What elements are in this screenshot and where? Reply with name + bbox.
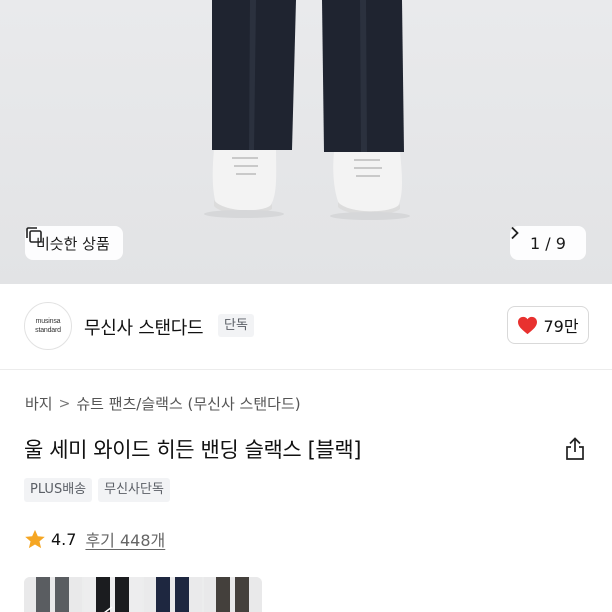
product-image-carousel[interactable]: 비슷한 상품 1 / 9	[0, 0, 612, 284]
product-tags: PLUS배송 무신사단독	[24, 478, 170, 502]
chevron-right-icon	[511, 226, 519, 240]
thumbnail-gray[interactable]	[24, 577, 82, 612]
similar-products-button[interactable]: 비슷한 상품	[25, 226, 123, 260]
exclusive-badge: 단독	[218, 314, 254, 337]
brand-logo-line1: musinsa	[35, 318, 61, 325]
thumbnail-strip	[24, 577, 262, 612]
brand-logo-line2: standard	[35, 327, 61, 334]
image-counter-button[interactable]: 1 / 9	[510, 226, 586, 260]
brand-logo[interactable]: musinsa standard	[24, 302, 72, 350]
star-icon	[25, 529, 45, 548]
color-variant-thumbnails	[24, 577, 262, 612]
tag-plus-delivery: PLUS배송	[24, 478, 93, 502]
thumbnail-navy[interactable]	[144, 577, 202, 612]
breadcrumb-category[interactable]: 바지	[25, 393, 53, 414]
product-title: 울 세미 와이드 히든 밴딩 슬랙스 [블랙]	[24, 438, 362, 462]
heart-icon	[518, 316, 538, 334]
review-count-link[interactable]: 후기 448개	[85, 527, 165, 551]
breadcrumb-separator: >	[58, 395, 71, 412]
breadcrumb: 바지 > 슈트 팬츠/슬랙스 (무신사 스탠다드)	[25, 393, 301, 414]
share-icon[interactable]	[565, 437, 585, 461]
tag-exclusive: 무신사단독	[98, 478, 170, 502]
similar-products-label: 비슷한 상품	[36, 234, 110, 253]
breadcrumb-subcategory[interactable]: 슈트 팬츠/슬랙스 (무신사 스탠다드)	[76, 393, 300, 414]
thumbnail-charcoal[interactable]	[204, 577, 262, 612]
like-button[interactable]: 79만	[507, 306, 589, 344]
similar-items-icon	[26, 227, 42, 243]
rating-summary: 4.7 후기 448개	[24, 527, 165, 551]
rating-score: 4.7	[51, 529, 77, 549]
thumbnail-black[interactable]	[84, 577, 142, 612]
brand-name-link[interactable]: 무신사 스탠다드	[84, 314, 204, 340]
like-count: 79만	[543, 317, 579, 336]
image-counter: 1 / 9	[530, 233, 566, 253]
